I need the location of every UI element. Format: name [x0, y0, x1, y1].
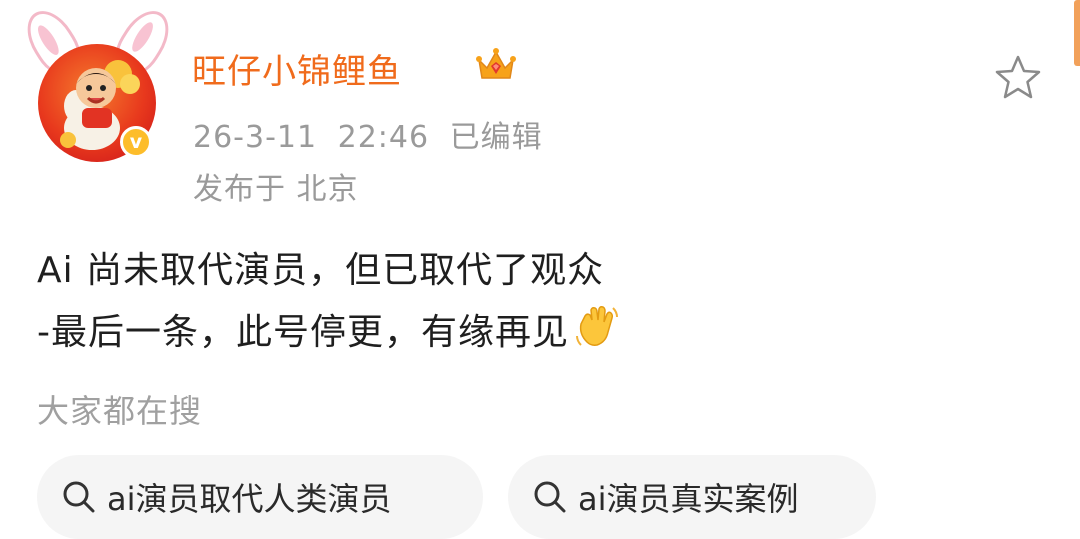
search-chip-label: ai演员真实案例	[578, 480, 799, 518]
favorite-star-icon[interactable]	[994, 54, 1042, 100]
post-timestamp: 26-3-11 22:46	[193, 120, 430, 155]
content-line-2: -最后一条，此号停更，有缘再见	[37, 302, 621, 364]
author-name[interactable]: 旺仔小锦鲤鱼	[192, 44, 402, 93]
trending-search-title: 大家都在搜	[37, 392, 203, 430]
post-meta: 26-3-11 22:46 已编辑	[193, 112, 543, 156]
edited-label[interactable]: 已编辑	[450, 120, 543, 155]
post-content: Ai 尚未取代演员，但已取代了观众 -最后一条，此号停更，有缘再见	[37, 240, 621, 364]
crown-icon[interactable]	[475, 44, 517, 86]
search-icon	[63, 481, 95, 513]
search-chip[interactable]: ai演员取代人类演员	[37, 455, 483, 539]
search-chip[interactable]: ai演员真实案例	[508, 455, 876, 539]
content-line-1: Ai 尚未取代演员，但已取代了观众	[37, 250, 605, 291]
search-chip-label: ai演员取代人类演员	[107, 480, 392, 518]
waving-hand-icon	[573, 302, 621, 350]
verified-badge: v	[120, 126, 152, 158]
search-icon	[534, 481, 566, 513]
post-location: 发布于 北京	[193, 172, 359, 207]
scroll-indicator	[1074, 0, 1080, 66]
author-avatar[interactable]: v	[17, 2, 179, 162]
content-line-2-text: -最后一条，此号停更，有缘再见	[37, 312, 569, 353]
